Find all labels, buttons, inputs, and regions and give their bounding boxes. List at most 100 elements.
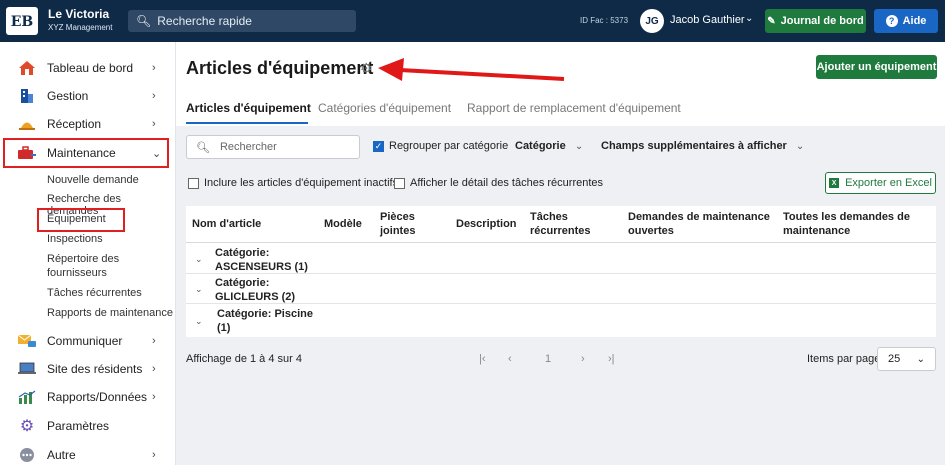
include-inactive-checkbox[interactable]: Inclure les articles d'équipement inacti… xyxy=(188,177,398,189)
chevron-right-icon: › xyxy=(152,363,156,375)
column-header-model[interactable]: Modèle xyxy=(324,217,362,231)
column-header-text: récurrentes xyxy=(530,225,591,237)
org-info[interactable]: Le Victoria XYZ Management xyxy=(48,7,112,32)
category-dropdown-label: Catégorie xyxy=(515,140,566,152)
equipment-table: Nom d'article Modèle Pièces jointes Descr… xyxy=(186,206,936,337)
quick-search[interactable]: 🔍︎ xyxy=(128,10,356,32)
column-header-item-name[interactable]: Nom d'article xyxy=(192,217,261,231)
pencil-icon: ✎ xyxy=(767,15,776,27)
sidebar-item-gestion[interactable]: Gestion › xyxy=(0,84,176,108)
search-icon: 🔍︎ xyxy=(136,14,152,28)
last-page-icon[interactable]: ›| xyxy=(608,353,615,365)
subnav-vendor-directory[interactable]: Répertoire des xyxy=(47,253,119,265)
org-name: Le Victoria xyxy=(48,7,110,21)
sidebar-item-reception[interactable]: Réception › xyxy=(0,112,176,136)
sidebar-item-label: Maintenance xyxy=(47,146,116,160)
sidebar-item-label: Réception xyxy=(47,117,102,131)
search-input[interactable] xyxy=(219,141,350,153)
table-row[interactable]: ⌄ Catégorie: ASCENSEURS (1) xyxy=(186,244,936,274)
sidebar-item-reports[interactable]: Rapports/Données › xyxy=(0,385,176,409)
subnav-new-request[interactable]: Nouvelle demande xyxy=(47,174,139,186)
category-text: (1) xyxy=(217,322,231,334)
org-subtitle: XYZ Management xyxy=(48,23,113,32)
tab-equipment-categories[interactable]: Catégories d'équipement xyxy=(318,101,451,115)
content-panel: 🔍︎ ✓ Regrouper par catégorie Catégorie ⌄… xyxy=(176,126,945,465)
sidebar-item-dashboard[interactable]: Tableau de bord › xyxy=(0,56,176,80)
column-header-text: maintenance xyxy=(783,225,851,237)
tab-replacement-report[interactable]: Rapport de remplacement d'équipement xyxy=(467,101,681,115)
top-bar: EB Le Victoria XYZ Management 🔍︎ ID Fac … xyxy=(0,0,945,42)
previous-page-icon[interactable]: ‹ xyxy=(508,353,512,365)
checkbox-checked-icon: ✓ xyxy=(373,140,384,152)
group-by-category-checkbox[interactable]: ✓ Regrouper par catégorie xyxy=(373,140,508,152)
show-recurring-detail-checkbox[interactable]: Afficher le détail des tâches récurrente… xyxy=(394,177,603,189)
column-header-open-requests[interactable]: Demandes de maintenance ouvertes xyxy=(628,210,770,238)
extra-fields-dropdown-label: Champs supplémentaires à afficher xyxy=(601,140,787,152)
tab-equipment-items[interactable]: Articles d'équipement xyxy=(186,101,311,115)
column-header-all-requests[interactable]: Toutes les demandes de maintenance xyxy=(783,210,910,238)
subnav-equipment[interactable]: Équipement xyxy=(47,213,106,225)
category-dropdown[interactable]: Catégorie ⌄ xyxy=(515,140,583,152)
journal-button-label: Journal de bord xyxy=(780,15,864,27)
subnav-vendor-directory-line2[interactable]: fournisseurs xyxy=(47,267,107,279)
facility-id: ID Fac : 5373 xyxy=(580,16,629,25)
chevron-down-icon[interactable]: ⌄ xyxy=(195,284,203,295)
envelope-chat-icon xyxy=(17,332,37,350)
sidebar-item-settings[interactable]: ⚙ Paramètres xyxy=(0,414,176,438)
brand-logo[interactable]: EB xyxy=(6,7,38,35)
column-header-text: Modèle xyxy=(324,218,362,230)
sidebar-item-other[interactable]: Autre › xyxy=(0,443,176,465)
column-header-attachments[interactable]: Pièces jointes xyxy=(380,210,415,238)
extra-fields-dropdown[interactable]: Champs supplémentaires à afficher ⌄ xyxy=(601,140,804,152)
column-header-recurring-tasks[interactable]: Tâches récurrentes xyxy=(530,210,591,238)
first-page-icon[interactable]: |‹ xyxy=(479,353,486,365)
chevron-down-icon: ⌄ xyxy=(795,141,805,152)
chevron-down-icon[interactable]: ⌄ xyxy=(195,254,203,265)
sidebar-item-communiquer[interactable]: Communiquer › xyxy=(0,329,176,353)
table-header: Nom d'article Modèle Pièces jointes Descr… xyxy=(186,206,936,243)
add-equipment-button[interactable]: Ajouter un équipement xyxy=(816,55,937,79)
checkbox-unchecked-icon xyxy=(188,177,199,189)
journal-button[interactable]: ✎ Journal de bord xyxy=(765,9,866,33)
category-group-label: Catégorie: GLICLEURS (2) xyxy=(215,276,295,304)
column-header-text: ouvertes xyxy=(628,225,674,237)
category-group-label: Catégorie: ASCENSEURS (1) xyxy=(215,246,308,274)
chevron-down-icon[interactable]: ⌄ xyxy=(195,316,203,327)
next-page-icon[interactable]: › xyxy=(581,353,585,365)
page-title: Articles d'équipement xyxy=(186,58,374,78)
user-name[interactable]: Jacob Gauthier xyxy=(670,14,745,26)
chevron-right-icon: › xyxy=(152,90,156,102)
chevron-down-icon[interactable]: ⌄ xyxy=(745,13,753,24)
avatar[interactable]: JG xyxy=(640,9,664,33)
items-per-page-select[interactable]: 25 ⌄ xyxy=(877,347,936,371)
gear-icon[interactable]: ⚙ xyxy=(360,60,373,77)
subnav-inspections[interactable]: Inspections xyxy=(47,233,103,245)
category-text: Catégorie: xyxy=(215,247,270,259)
sidebar-item-maintenance[interactable]: Maintenance ⌄ xyxy=(0,141,176,165)
sidebar: Tableau de bord › Gestion › Réception › … xyxy=(0,42,176,465)
chevron-right-icon: › xyxy=(152,118,156,130)
table-row[interactable]: ⌄ Catégorie: GLICLEURS (2) xyxy=(186,274,936,304)
sidebar-item-label: Site des résidents xyxy=(47,362,143,376)
subnav-maintenance-reports[interactable]: Rapports de maintenance xyxy=(47,307,173,319)
sidebar-item-resident-site[interactable]: Site des résidents › xyxy=(0,357,176,381)
help-button[interactable]: ? Aide xyxy=(874,9,938,33)
chevron-right-icon: › xyxy=(152,62,156,74)
excel-icon: X xyxy=(829,178,840,188)
subnav-recurring-tasks[interactable]: Tâches récurrentes xyxy=(47,287,142,299)
category-text: GLICLEURS (2) xyxy=(215,291,296,303)
current-page-number[interactable]: 1 xyxy=(545,353,551,365)
column-header-description[interactable]: Description xyxy=(456,217,517,231)
search-box[interactable]: 🔍︎ xyxy=(186,135,360,159)
quick-search-input[interactable] xyxy=(157,14,356,28)
table-row[interactable]: ⌄ Catégorie: Piscine (1) xyxy=(186,304,936,336)
export-excel-label: Exporter en Excel xyxy=(845,177,932,189)
active-tab-indicator xyxy=(186,122,308,124)
chevron-down-icon: ⌄ xyxy=(574,141,584,152)
tab-bar: Articles d'équipement Catégories d'équip… xyxy=(176,96,945,126)
items-per-page-value: 25 xyxy=(888,353,901,365)
export-excel-button[interactable]: X Exporter en Excel xyxy=(825,172,936,194)
pagination-summary: Affichage de 1 à 4 sur 4 xyxy=(186,353,302,365)
category-text: Catégorie: Piscine xyxy=(217,308,313,320)
category-group-label: Catégorie: Piscine (1) xyxy=(217,307,313,335)
